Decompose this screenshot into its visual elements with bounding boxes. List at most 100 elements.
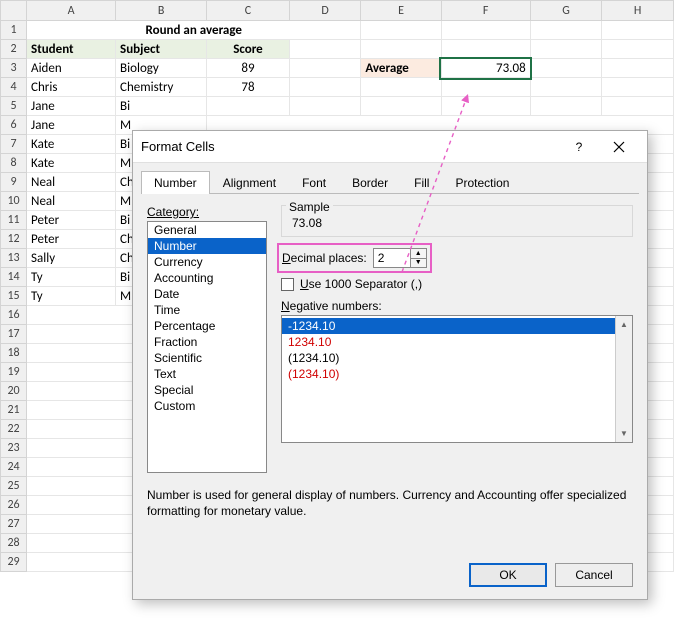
row-header[interactable]: 27 (1, 515, 27, 534)
category-list[interactable]: General Number Currency Accounting Date … (147, 221, 267, 473)
decimal-input[interactable] (374, 249, 410, 267)
row-header[interactable]: 21 (1, 401, 27, 420)
header-student[interactable]: Student (27, 40, 116, 59)
row-header[interactable]: 15 (1, 287, 27, 306)
cell[interactable] (441, 21, 530, 40)
ok-button[interactable]: OK (469, 563, 547, 587)
category-item-currency[interactable]: Currency (148, 254, 266, 270)
cell[interactable]: Kate (27, 135, 116, 154)
category-item-scientific[interactable]: Scientific (148, 350, 266, 366)
row-header[interactable]: 14 (1, 268, 27, 287)
cell[interactable] (289, 59, 361, 78)
col-header-F[interactable]: F (441, 1, 530, 21)
cell[interactable] (602, 78, 674, 97)
average-label-cell[interactable]: Average (361, 59, 441, 78)
col-header-B[interactable]: B (116, 1, 207, 21)
spinner-up-icon[interactable]: ▲ (411, 249, 426, 259)
close-button[interactable] (599, 133, 639, 161)
tab-font[interactable]: Font (289, 171, 339, 194)
tab-fill[interactable]: Fill (401, 171, 442, 194)
cell[interactable] (602, 21, 674, 40)
average-value-cell[interactable]: 73.08 (441, 59, 530, 78)
row-header[interactable]: 11 (1, 211, 27, 230)
tab-protection[interactable]: Protection (442, 171, 522, 194)
row-header[interactable]: 24 (1, 458, 27, 477)
cell[interactable] (602, 59, 674, 78)
header-score[interactable]: Score (207, 40, 289, 59)
cell[interactable] (289, 97, 361, 116)
cell[interactable]: Chemistry (116, 78, 207, 97)
row-header[interactable]: 19 (1, 363, 27, 382)
cell[interactable] (361, 97, 441, 116)
row-header[interactable]: 26 (1, 496, 27, 515)
negative-item[interactable]: (1234.10) (282, 366, 615, 382)
cell[interactable] (289, 40, 361, 59)
category-item-general[interactable]: General (148, 222, 266, 238)
cell[interactable]: Jane (27, 116, 116, 135)
row-header[interactable]: 23 (1, 439, 27, 458)
cell[interactable]: Jane (27, 97, 116, 116)
cell[interactable]: Aiden (27, 59, 116, 78)
cell[interactable] (530, 59, 602, 78)
cell[interactable] (361, 78, 441, 97)
row-header[interactable]: 12 (1, 230, 27, 249)
category-item-fraction[interactable]: Fraction (148, 334, 266, 350)
scroll-up-icon[interactable]: ▲ (616, 316, 632, 333)
scroll-down-icon[interactable]: ▼ (616, 425, 632, 442)
cell[interactable]: Kate (27, 154, 116, 173)
negative-item[interactable]: (1234.10) (282, 350, 615, 366)
category-item-date[interactable]: Date (148, 286, 266, 302)
cell[interactable]: Ty (27, 268, 116, 287)
row-header[interactable]: 8 (1, 154, 27, 173)
negative-scrollbar[interactable]: ▲ ▼ (615, 316, 632, 442)
title-cell[interactable]: Round an average (27, 21, 361, 40)
negative-list[interactable]: -1234.10 1234.10 (1234.10) (1234.10) (282, 316, 615, 442)
decimal-spinner[interactable]: ▲ ▼ (373, 248, 427, 268)
select-all-corner[interactable] (1, 1, 27, 21)
negative-item[interactable]: 1234.10 (282, 334, 615, 350)
cell[interactable] (530, 97, 602, 116)
row-header[interactable]: 20 (1, 382, 27, 401)
cell[interactable] (441, 78, 530, 97)
cell[interactable]: Chris (27, 78, 116, 97)
negative-item[interactable]: -1234.10 (282, 318, 615, 334)
tab-number[interactable]: Number (141, 171, 210, 194)
category-item-special[interactable]: Special (148, 382, 266, 398)
cell[interactable] (602, 40, 674, 59)
row-header[interactable]: 29 (1, 553, 27, 572)
spinner-down-icon[interactable]: ▼ (411, 259, 426, 268)
cell[interactable] (361, 40, 441, 59)
cell[interactable]: Neal (27, 192, 116, 211)
dialog-titlebar[interactable]: Format Cells ? (133, 131, 647, 163)
separator-checkbox[interactable] (281, 278, 294, 291)
cell[interactable] (602, 97, 674, 116)
row-header[interactable]: 5 (1, 97, 27, 116)
row-header[interactable]: 7 (1, 135, 27, 154)
help-button[interactable]: ? (559, 133, 599, 161)
row-header[interactable]: 9 (1, 173, 27, 192)
col-header-E[interactable]: E (361, 1, 441, 21)
cell[interactable] (441, 40, 530, 59)
cell[interactable] (530, 78, 602, 97)
tab-border[interactable]: Border (339, 171, 401, 194)
row-header[interactable]: 13 (1, 249, 27, 268)
cell[interactable] (530, 21, 602, 40)
cell[interactable]: 78 (207, 78, 289, 97)
row-header[interactable]: 16 (1, 306, 27, 325)
tab-alignment[interactable]: Alignment (210, 171, 289, 194)
col-header-G[interactable]: G (530, 1, 602, 21)
header-subject[interactable]: Subject (116, 40, 207, 59)
col-header-H[interactable]: H (602, 1, 674, 21)
cell[interactable]: Biology (116, 59, 207, 78)
cell[interactable]: Peter (27, 211, 116, 230)
cell[interactable]: Bi (116, 97, 207, 116)
cell[interactable] (289, 78, 361, 97)
cell[interactable] (441, 97, 530, 116)
cell[interactable] (530, 40, 602, 59)
category-item-time[interactable]: Time (148, 302, 266, 318)
category-item-percentage[interactable]: Percentage (148, 318, 266, 334)
row-header[interactable]: 2 (1, 40, 27, 59)
row-header[interactable]: 22 (1, 420, 27, 439)
cell[interactable] (207, 97, 289, 116)
row-header[interactable]: 4 (1, 78, 27, 97)
